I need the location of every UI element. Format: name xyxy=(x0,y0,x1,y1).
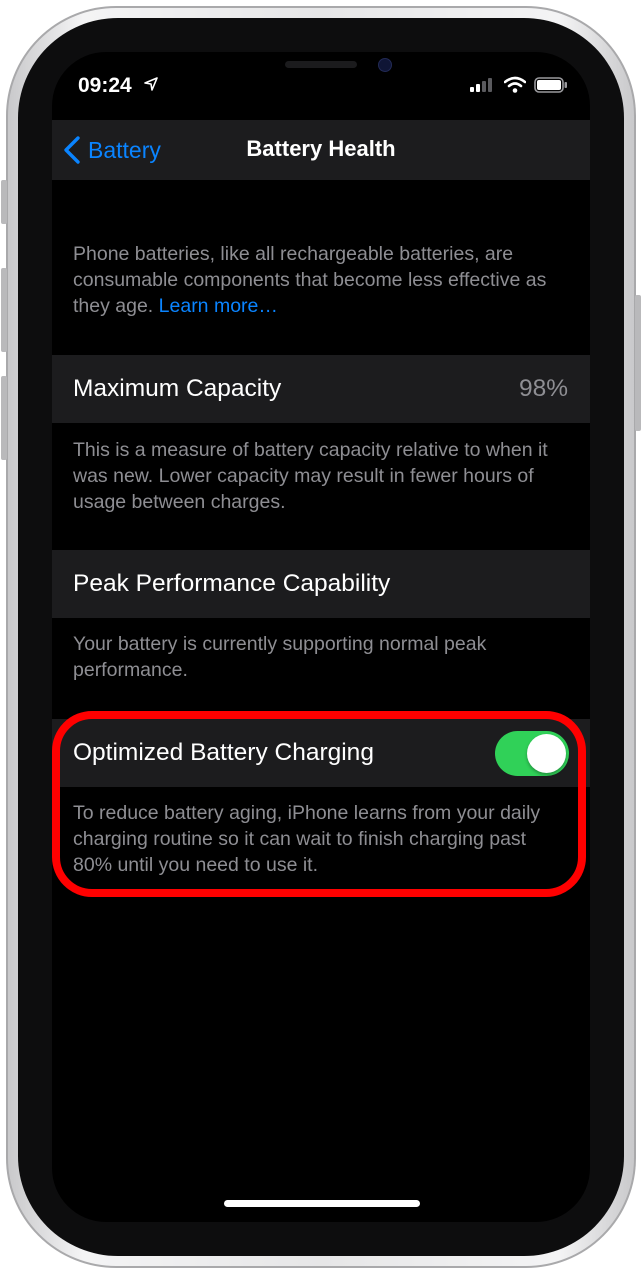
volume-up-button xyxy=(1,268,7,352)
maximum-capacity-footer: This is a measure of battery capacity re… xyxy=(73,439,548,513)
phone-screen: 09:24 Battery Battery Health Phone batte… xyxy=(52,52,590,1222)
maximum-capacity-label: Maximum Capacity xyxy=(73,375,282,402)
navigation-bar: Battery Battery Health xyxy=(52,120,590,180)
side-button xyxy=(635,295,641,431)
front-camera xyxy=(378,58,392,72)
toggle-knob xyxy=(527,734,566,773)
learn-more-link[interactable]: Learn more… xyxy=(159,295,278,317)
optimized-charging-row: Optimized Battery Charging xyxy=(52,719,590,787)
wifi-icon xyxy=(504,76,526,93)
peak-performance-label: Peak Performance Capability xyxy=(73,570,391,597)
battery-icon xyxy=(534,77,567,93)
intro-description: Phone batteries, like all rechargeable b… xyxy=(73,241,563,319)
maximum-capacity-row: Maximum Capacity 98% xyxy=(52,355,590,423)
cellular-signal-icon xyxy=(470,78,492,92)
optimized-charging-label: Optimized Battery Charging xyxy=(73,739,374,766)
peak-performance-footer: Your battery is currently supporting nor… xyxy=(73,633,487,681)
home-indicator[interactable] xyxy=(224,1200,420,1207)
page-title: Battery Health xyxy=(246,136,396,161)
peak-performance-row: Peak Performance Capability xyxy=(52,550,590,618)
notch xyxy=(182,52,460,96)
intro-text: Phone batteries, like all rechargeable b… xyxy=(73,243,547,317)
location-arrow-icon xyxy=(144,77,158,91)
status-time: 09:24 xyxy=(78,74,132,97)
silent-switch xyxy=(1,180,7,224)
earpiece-speaker xyxy=(285,61,357,68)
maximum-capacity-value: 98% xyxy=(518,375,568,402)
volume-down-button xyxy=(1,376,7,460)
optimized-charging-toggle[interactable] xyxy=(495,731,569,776)
optimized-charging-footer: To reduce battery aging, iPhone learns f… xyxy=(73,802,541,876)
